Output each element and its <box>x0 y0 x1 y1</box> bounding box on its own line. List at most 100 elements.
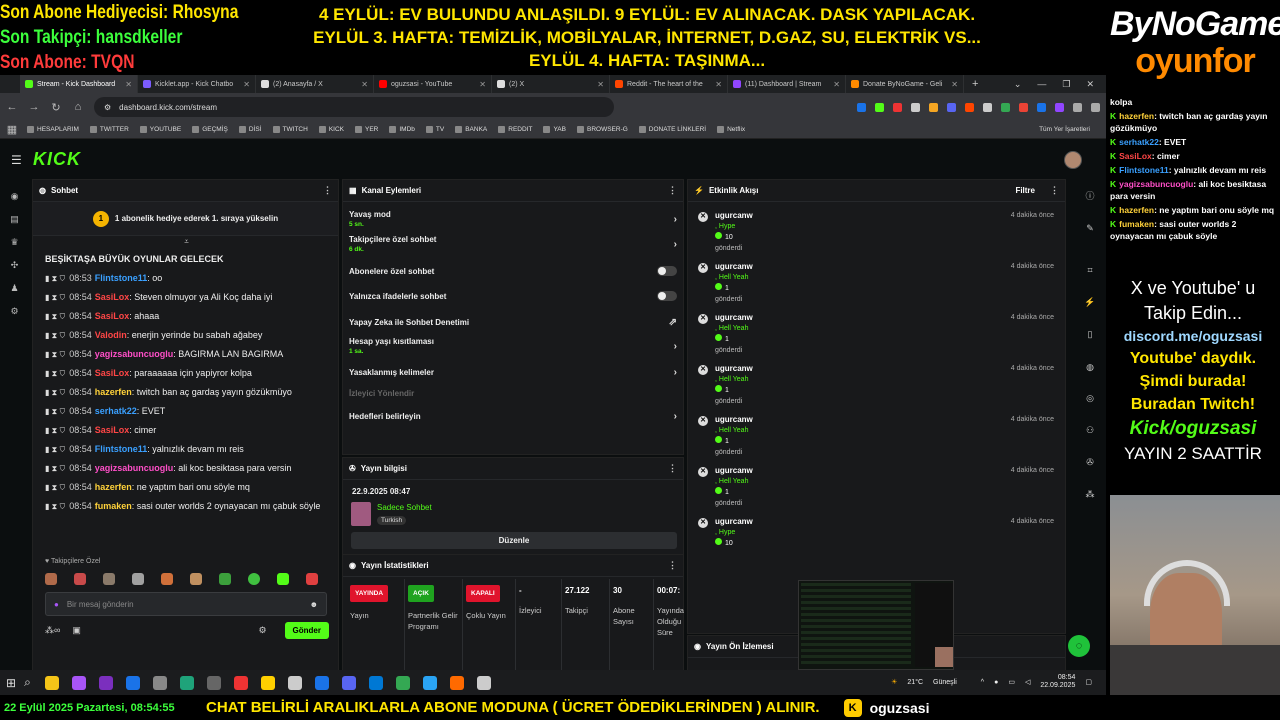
more-icon[interactable]: ⋮ <box>323 185 332 196</box>
dismiss-icon[interactable]: ✕ <box>698 467 708 477</box>
support-icon[interactable]: ◌ <box>1068 635 1090 657</box>
extension-icon[interactable] <box>983 102 992 112</box>
emote-icon[interactable] <box>219 573 231 585</box>
more-icon[interactable]: ⋮ <box>668 560 677 571</box>
toggle-switch[interactable] <box>657 266 677 276</box>
taskbar-app-icon[interactable] <box>44 675 59 690</box>
taskbar-app-icon[interactable] <box>341 675 356 690</box>
more-icon[interactable]: ⋮ <box>668 463 677 474</box>
user-add-icon[interactable]: ⚇ <box>1084 425 1096 437</box>
filter-button[interactable]: Filtre <box>1015 186 1035 195</box>
close-icon[interactable]: ✕ <box>125 80 132 89</box>
emoji-icon[interactable]: ☻ <box>310 600 318 609</box>
moderation-actions-icon[interactable]: ▮ ⧗ ⛉ <box>45 388 65 397</box>
taskbar-app-icon[interactable] <box>71 675 86 690</box>
bookmark-item[interactable]: Netflix <box>717 126 745 133</box>
settings-icon[interactable]: ⚙ <box>9 306 20 317</box>
back-icon[interactable]: ← <box>6 101 18 113</box>
channel-action-item[interactable]: Hedefleri belirleyin › <box>349 411 677 422</box>
taskbar-app-icon[interactable] <box>125 675 140 690</box>
channel-action-item[interactable]: Hesap yaşı kısıtlaması 1 sa. › <box>349 337 677 355</box>
moderation-actions-icon[interactable]: ▮ ⧗ ⛉ <box>45 369 65 378</box>
bookmark-item[interactable]: TWITCH <box>272 126 308 133</box>
channel-action-item[interactable]: Abonelere özel sohbet <box>349 266 677 276</box>
extension-icon[interactable] <box>875 102 884 112</box>
taskbar-app-icon[interactable] <box>206 675 221 690</box>
message-username[interactable]: SasiLox <box>95 425 130 435</box>
bookmark-item[interactable]: TV <box>425 126 444 133</box>
chevron-right-icon[interactable]: › <box>674 214 677 225</box>
message-username[interactable]: hazerfen <box>95 387 132 397</box>
url-input[interactable]: ⚙ dashboard.kick.com/stream <box>94 97 614 117</box>
dismiss-icon[interactable]: ✕ <box>698 518 708 528</box>
emote-icon[interactable] <box>306 573 318 585</box>
store-icon[interactable]: ▣ <box>72 625 81 636</box>
extension-icon[interactable] <box>1037 102 1046 112</box>
stream-icon[interactable]: ◉ <box>9 191 20 202</box>
document-icon[interactable]: ▯ <box>1084 329 1096 341</box>
stream-preview-video[interactable] <box>798 580 954 670</box>
extension-icon[interactable] <box>857 102 866 112</box>
extension-icon[interactable] <box>947 102 956 112</box>
chevron-right-icon[interactable]: › <box>674 411 677 422</box>
forward-icon[interactable]: → <box>28 101 40 113</box>
emote-icon[interactable] <box>190 573 202 585</box>
users-icon[interactable]: ♟ <box>9 283 20 294</box>
taskbar-app-icon[interactable] <box>179 675 194 690</box>
chevron-down-icon[interactable]: ⩡ <box>33 237 340 247</box>
emote-icon[interactable] <box>161 573 173 585</box>
bookmark-item[interactable]: YER <box>354 126 378 133</box>
moderation-actions-icon[interactable]: ▮ ⧗ ⛉ <box>45 350 65 359</box>
message-username[interactable]: SasiLox <box>95 368 130 378</box>
taskbar-app-icon[interactable] <box>98 675 113 690</box>
extension-icon[interactable] <box>1091 102 1100 112</box>
connect-icon[interactable]: ⁂∞ <box>45 625 60 636</box>
kick-logo[interactable]: KICK <box>33 149 81 170</box>
browser-tab[interactable]: Reddit - The heart of the ✕ <box>610 75 728 93</box>
browser-tab[interactable]: (11) Dashboard | Stream ✕ <box>728 75 846 93</box>
moderation-actions-icon[interactable]: ▮ ⧗ ⛉ <box>45 312 65 321</box>
extension-icon[interactable] <box>929 102 938 112</box>
stream-category[interactable]: Sadece Sohbet <box>377 503 432 512</box>
taskbar-app-icon[interactable] <box>368 675 383 690</box>
bookmark-item[interactable]: TWITTER <box>89 126 129 133</box>
windows-start-icon[interactable]: ⊞ <box>6 676 16 690</box>
content-icon[interactable]: ▤ <box>9 214 20 225</box>
broadcast-icon[interactable]: ◎ <box>1084 393 1096 405</box>
dismiss-icon[interactable]: ✕ <box>698 365 708 375</box>
close-icon[interactable]: ✕ <box>1086 79 1094 90</box>
channel-action-item[interactable]: İzleyici Yönlendir <box>349 389 677 398</box>
microphone-icon[interactable]: ● <box>994 679 998 686</box>
toggle-switch[interactable] <box>657 291 677 301</box>
reload-icon[interactable]: ↻ <box>50 101 62 114</box>
apps-icon[interactable]: ⁂ <box>1084 489 1096 501</box>
message-username[interactable]: SasiLox <box>95 292 130 302</box>
bookmark-item[interactable]: BANKA <box>455 126 487 133</box>
network-icon[interactable]: ▭ <box>1008 678 1015 686</box>
extension-icon[interactable] <box>911 102 920 112</box>
settings-icon[interactable]: ⚙ <box>258 625 266 636</box>
emote-icon[interactable] <box>132 573 144 585</box>
channel-action-item[interactable]: Takipçilere özel sohbet 6 dk. › <box>349 235 677 253</box>
message-username[interactable]: Flintstone11 <box>95 273 148 283</box>
bookmark-item[interactable]: YAB <box>543 126 566 133</box>
channel-action-item[interactable]: Yapay Zeka ile Sohbet Denetimi ⇗ <box>349 317 677 328</box>
close-icon[interactable]: ✕ <box>243 80 250 89</box>
bookmark-item[interactable]: BROWSER-G <box>576 126 628 133</box>
apps-icon[interactable]: ▦ <box>6 123 18 136</box>
maximize-icon[interactable]: ❐ <box>1062 79 1070 90</box>
bookmark-item[interactable]: HESAPLARIM <box>27 126 79 133</box>
extension-icon[interactable] <box>1055 102 1064 112</box>
taskbar-app-icon[interactable] <box>287 675 302 690</box>
home-icon[interactable]: ⌂ <box>72 101 84 113</box>
dismiss-icon[interactable]: ✕ <box>698 416 708 426</box>
clock[interactable]: 08:54 22.09.2025 <box>1040 674 1075 690</box>
bookmark-item[interactable]: YOUTUBE <box>139 126 181 133</box>
extension-icon[interactable] <box>965 102 974 112</box>
taskbar-app-icon[interactable] <box>395 675 410 690</box>
menu-icon[interactable]: ☰ <box>11 153 22 167</box>
gift-banner[interactable]: 1 1 abonelik hediye ederek 1. sıraya yüks… <box>33 202 338 236</box>
close-icon[interactable]: ✕ <box>479 80 486 89</box>
taskbar-app-icon[interactable] <box>422 675 437 690</box>
send-button[interactable]: Gönder <box>284 621 329 639</box>
